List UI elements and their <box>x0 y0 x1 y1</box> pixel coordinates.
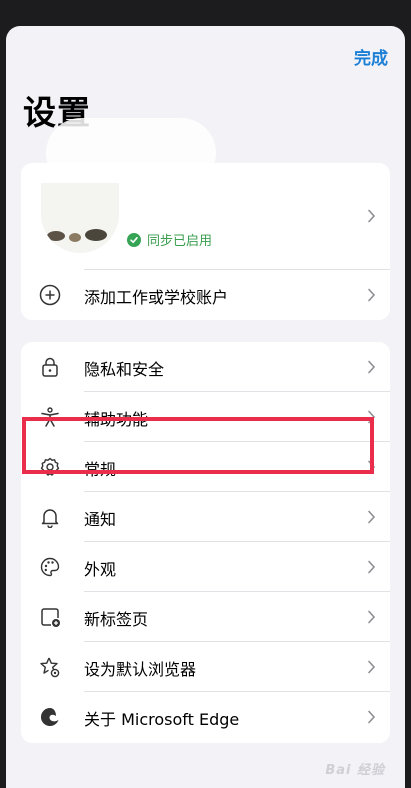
edge-logo-icon <box>40 708 59 726</box>
add-account-label: 添加工作或学校账户 <box>84 288 229 307</box>
palette-icon <box>40 557 60 577</box>
chevron-right-icon <box>368 710 376 724</box>
settings-item-label: 通知 <box>84 510 117 529</box>
chevron-right-icon <box>368 360 376 374</box>
watermark: Bai 经验 <box>325 763 385 778</box>
chevron-right-icon <box>368 560 376 574</box>
settings-item-about[interactable]: 关于 Microsoft Edge <box>21 692 390 742</box>
lock-icon <box>42 357 58 377</box>
plus-circle-icon <box>39 284 61 306</box>
settings-item-default-browser[interactable]: 设为默认浏览器 <box>21 642 390 692</box>
star-gear-icon <box>40 657 60 678</box>
new-tab-icon <box>41 608 60 627</box>
settings-item-notifications[interactable]: 通知 <box>21 492 390 542</box>
settings-item-label: 设为默认浏览器 <box>84 660 197 679</box>
chevron-right-icon <box>368 288 376 302</box>
highlight-box <box>22 417 374 474</box>
bell-icon <box>41 509 59 528</box>
chevron-right-icon <box>368 610 376 624</box>
settings-card: 隐私和安全 辅助功能 常规 通知 外观 新标签页 设为默认浏览器 关于 Micr… <box>21 342 390 743</box>
settings-item-label: 新标签页 <box>84 610 149 629</box>
account-card: 同步已启用 添加工作或学校账户 <box>21 163 390 320</box>
sync-status: 同步已启用 <box>127 230 212 249</box>
settings-item-new-tab[interactable]: 新标签页 <box>21 592 390 642</box>
chevron-right-icon <box>368 510 376 524</box>
done-button[interactable]: 完成 <box>354 44 388 69</box>
settings-item-label: 关于 Microsoft Edge <box>84 710 240 729</box>
settings-sheet: 完成 设置 同步已启用 添加工作或学校账户 隐私和安全 辅助功能 常规 通知 外… <box>6 26 405 788</box>
chevron-right-icon <box>368 660 376 674</box>
settings-item-appearance[interactable]: 外观 <box>21 542 390 592</box>
chevron-right-icon <box>368 209 376 223</box>
settings-item-privacy[interactable]: 隐私和安全 <box>21 342 390 392</box>
sync-status-text: 同步已启用 <box>147 234 213 249</box>
settings-item-label: 隐私和安全 <box>84 360 165 379</box>
profile-row[interactable]: 同步已启用 <box>21 163 390 270</box>
avatar <box>41 183 119 253</box>
check-circle-icon <box>127 232 141 247</box>
settings-item-label: 外观 <box>84 560 117 579</box>
add-account-row[interactable]: 添加工作或学校账户 <box>21 270 390 320</box>
